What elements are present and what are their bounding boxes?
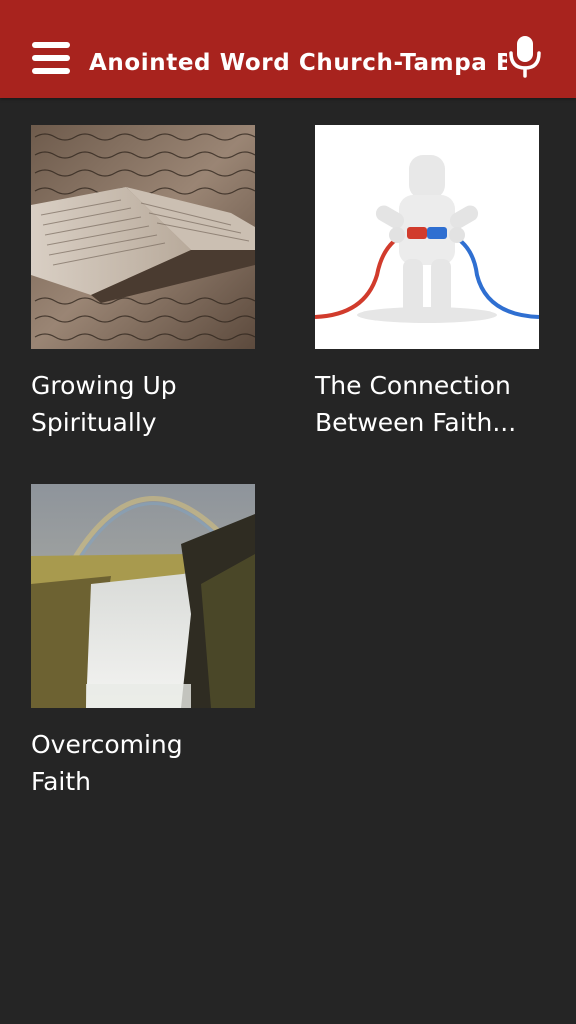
open-bible-manuscript-image[interactable] — [31, 125, 255, 349]
app-header: Anointed Word Church-Tampa Ba — [0, 0, 576, 98]
app-screen: Anointed Word Church-Tampa Ba Growing Up… — [0, 0, 576, 1024]
hamburger-menu-icon-bar — [32, 68, 70, 74]
sermon-title: Overcoming Faith — [31, 730, 183, 796]
microphone-icon — [509, 36, 541, 78]
figure-connecting-cables-image[interactable] — [315, 125, 539, 349]
sermon-card-growing-up-spiritually[interactable]: Growing Up Spiritually — [31, 125, 255, 441]
hamburger-menu-icon — [32, 42, 70, 48]
sermon-card-overcoming-faith[interactable]: Overcoming Faith — [31, 484, 255, 800]
sermon-title: The Connection Between Faith... — [315, 371, 517, 437]
microphone-button[interactable] — [506, 34, 544, 78]
sermon-title: Growing Up Spiritually — [31, 371, 177, 437]
hamburger-menu-icon-bar — [32, 55, 70, 61]
app-title: Anointed Word Church-Tampa Ba — [89, 50, 507, 76]
menu-button[interactable] — [32, 42, 70, 74]
sermon-card-connection-between-faith[interactable]: The Connection Between Faith... — [315, 125, 539, 441]
waterfall-rainbow-image[interactable] — [31, 484, 255, 708]
